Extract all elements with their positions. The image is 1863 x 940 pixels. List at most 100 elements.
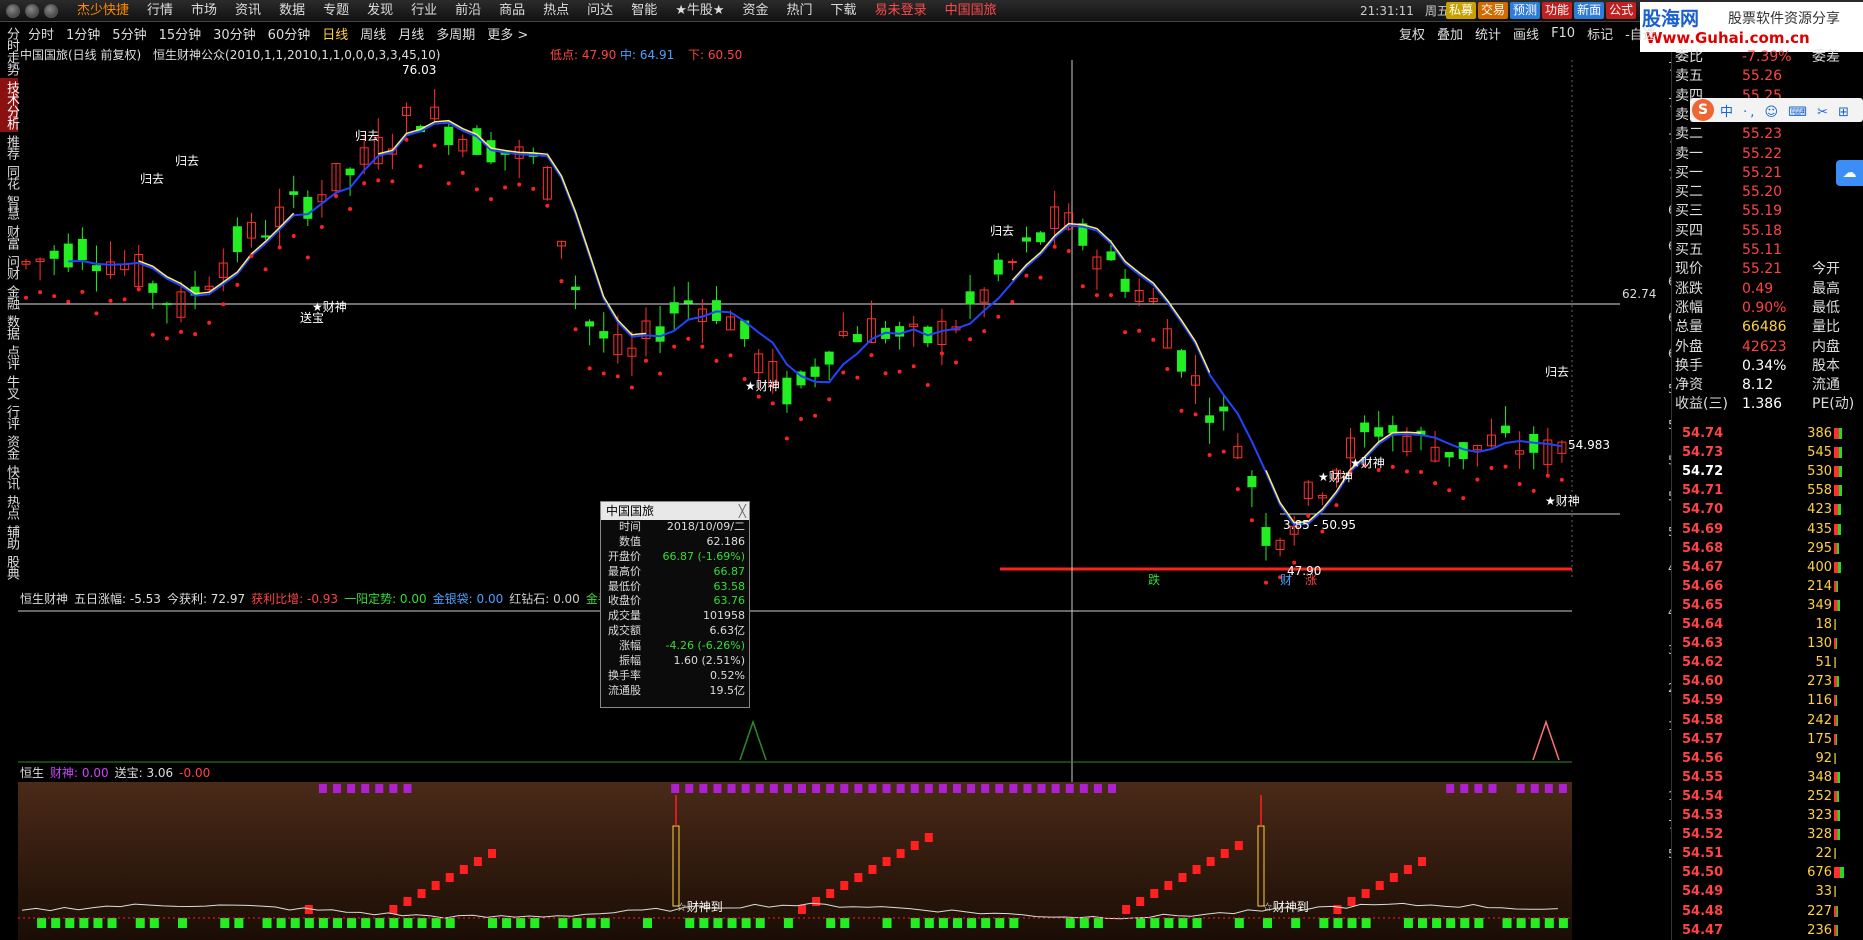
stop-dot	[503, 185, 508, 190]
candle-body	[1501, 425, 1511, 434]
cloud-icon[interactable]: ☁	[1836, 160, 1863, 186]
candle-body	[1036, 232, 1046, 243]
quote-key-2: 最高	[1812, 280, 1840, 297]
stop-dot	[249, 254, 254, 259]
green-block	[290, 918, 300, 928]
candle-body	[1360, 422, 1370, 433]
stop-dot	[1165, 367, 1170, 372]
tick-bar	[1834, 638, 1837, 650]
green-block	[826, 918, 836, 928]
chart-annotation: 归去	[175, 154, 199, 168]
ime-toolbar[interactable]: S 中 ·, ☺ ⌨ ✂ ⊞	[1690, 98, 1863, 122]
candle-body	[148, 283, 158, 293]
tooltip-value: 19.5亿	[709, 683, 746, 697]
tick-row: 54.53 323	[1672, 806, 1863, 825]
purple-block	[1065, 784, 1074, 793]
tick-row: 54.59 116	[1672, 691, 1863, 710]
candle-body	[993, 259, 1003, 275]
green-block	[755, 918, 765, 928]
green-block	[1319, 918, 1329, 928]
stop-dot	[319, 225, 324, 230]
purple-block	[995, 784, 1004, 793]
quote-key: 涨幅	[1675, 299, 1703, 316]
tick-price: 54.62	[1682, 655, 1724, 671]
indicator1-item-4: 金银袋: 0.00	[432, 592, 504, 606]
quote-key-2: 量比	[1812, 319, 1840, 336]
tooltip-value: 6.63亿	[709, 624, 746, 638]
triangle-signal	[739, 719, 767, 761]
ime-logo-icon[interactable]: S	[1692, 99, 1714, 121]
stop-dot	[432, 143, 437, 148]
candle-body	[599, 331, 609, 339]
data-tooltip: 中国国旅 ╳ 时间 2018/10/09/二 数值 62.186 开盘价 66.87 (-…	[600, 501, 750, 708]
red-ladder-block	[403, 897, 412, 906]
tick-row: 54.70 423	[1672, 500, 1863, 519]
indicator2-legend: 恒生 财神: 0.00 送宝: 3.06 -0.00	[20, 764, 216, 781]
tooltip-key: 收盘价	[608, 594, 641, 608]
green-block	[981, 918, 991, 928]
red-ladder-block	[1164, 881, 1173, 890]
tick-volume: 252	[1807, 788, 1832, 804]
purple-block	[741, 784, 750, 793]
stop-dot	[982, 329, 987, 334]
tooltip-row: 最低价 63.58	[601, 580, 749, 595]
green-block	[178, 918, 187, 928]
green-block	[220, 918, 230, 928]
tick-price: 54.71	[1682, 483, 1724, 499]
tick-volume: 273	[1807, 674, 1832, 690]
tick-volume: 530	[1807, 464, 1832, 480]
close-icon[interactable]: ╳	[739, 502, 746, 520]
tooltip-key: 数值	[619, 534, 641, 548]
red-ladder-block	[417, 889, 426, 898]
tooltip-row: 涨幅 -4.26 (-6.26%)	[601, 639, 749, 654]
kline-chart[interactable]: 62.7476.0074.0072.0070.0068.0066.0064.00…	[0, 0, 1863, 940]
green-block	[1446, 918, 1456, 928]
purple-block	[1460, 784, 1469, 793]
tick-row: 54.67 400	[1672, 558, 1863, 577]
stop-dot	[1193, 412, 1198, 417]
ask-row-0: 卖五 55.26	[1672, 67, 1863, 85]
purple-block	[938, 784, 947, 793]
stat-row-6: 净资 8.12 流通	[1672, 376, 1863, 394]
tick-row: 54.52 328	[1672, 825, 1863, 844]
tick-bar	[1834, 523, 1841, 535]
purple-block	[727, 784, 736, 793]
red-ladder-block	[459, 865, 468, 874]
range-mark-label: 3.85 - 50.95	[1283, 518, 1356, 532]
tooltip-value: 101958	[703, 609, 745, 623]
green-block	[1403, 918, 1413, 928]
tick-bar	[1834, 733, 1837, 745]
tick-volume: 295	[1807, 540, 1832, 556]
tick-bar	[1834, 886, 1836, 898]
stop-dot	[1151, 337, 1156, 342]
stop-dot	[1475, 477, 1480, 482]
candle-body	[824, 351, 834, 365]
green-block	[699, 918, 709, 928]
stop-dot	[644, 358, 648, 363]
green-block	[1460, 918, 1470, 928]
quote-key-2: 今开	[1812, 261, 1840, 278]
tick-price: 54.73	[1682, 445, 1724, 461]
green-block	[586, 918, 596, 928]
purple-block	[1530, 784, 1539, 793]
stop-dot	[1249, 518, 1254, 523]
red-ladder-block	[473, 857, 482, 866]
tick-row: 54.63 130	[1672, 634, 1863, 653]
tick-row: 54.62 51	[1672, 653, 1863, 672]
tooltip-key: 最低价	[608, 579, 641, 593]
ime-tools[interactable]: 中 ·, ☺ ⌨ ✂ ⊞	[1720, 101, 1852, 120]
stop-dot	[136, 287, 141, 292]
red-ladder-block	[1375, 881, 1384, 890]
tooltip-row: 开盘价 66.87 (-1.69%)	[601, 550, 749, 565]
red-ladder-block	[882, 857, 891, 866]
quote-value: 0.49	[1742, 280, 1774, 297]
green-block	[783, 918, 793, 928]
stat-row-1: 涨跌 0.49 最高	[1672, 280, 1863, 298]
tick-row: 54.69 435	[1672, 520, 1863, 539]
quote-value: 55.22	[1742, 145, 1783, 162]
green-block	[431, 918, 441, 928]
purple-block	[769, 784, 778, 793]
indicator2-name: 恒生	[20, 766, 45, 780]
tick-bar	[1834, 428, 1842, 439]
stop-dot	[1489, 466, 1494, 471]
